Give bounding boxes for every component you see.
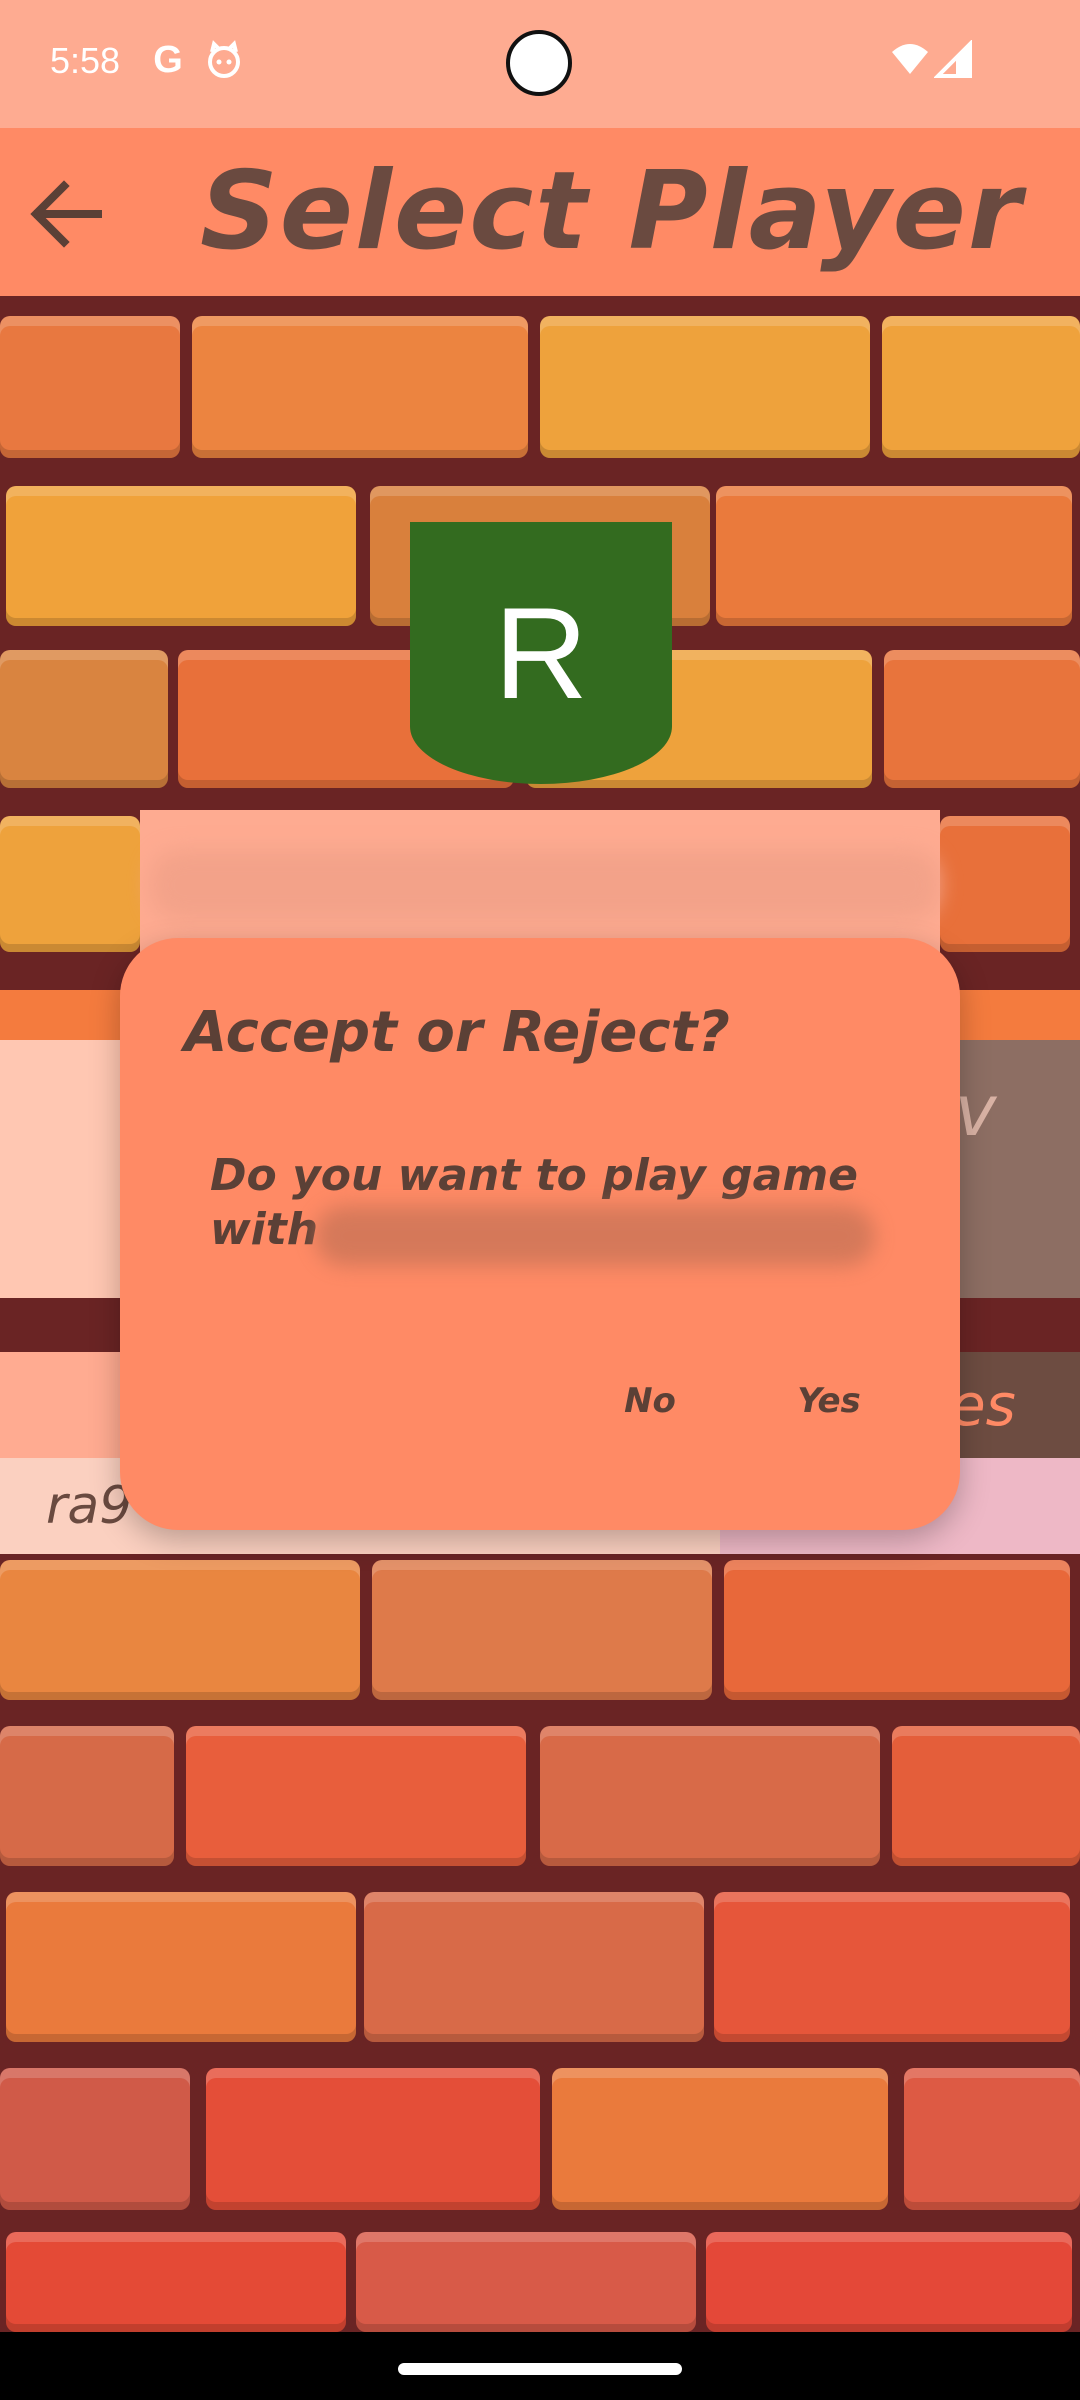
status-time: 5:58: [50, 40, 121, 81]
stats-left-panel: [0, 1352, 140, 1458]
row-right-partial-text: v: [955, 1070, 997, 1152]
dialog-message-with: with: [210, 1204, 319, 1255]
back-button[interactable]: [18, 164, 118, 264]
screen: 5:58 G Select Player R v es ra9 Accept o…: [0, 0, 1080, 2400]
player-avatar: R: [410, 522, 672, 784]
dialog-message: Do you want to play game: [210, 1150, 859, 1201]
no-button[interactable]: No: [590, 1366, 710, 1436]
cat-face-icon: [204, 40, 244, 80]
wifi-icon: [890, 40, 930, 80]
opponent-name-redacted: [315, 1206, 875, 1266]
google-g-icon: G: [153, 39, 183, 81]
signal-icon: [933, 39, 974, 80]
arrow-left-icon: [30, 180, 102, 248]
page-title: Select Player: [200, 149, 1024, 274]
home-gesture-handle[interactable]: [398, 2363, 682, 2375]
dialog-title: Accept or Reject?: [184, 1000, 730, 1065]
accept-reject-dialog: Accept or Reject? Do you want to play ga…: [120, 938, 960, 1530]
status-bar: 5:58 G: [0, 0, 1080, 128]
player-row-left-panel: [0, 1040, 140, 1298]
player-name-redacted: [150, 850, 940, 920]
yes-button[interactable]: Yes: [764, 1366, 894, 1436]
camera-cutout: [506, 30, 572, 96]
app-bar: Select Player: [0, 128, 1080, 296]
